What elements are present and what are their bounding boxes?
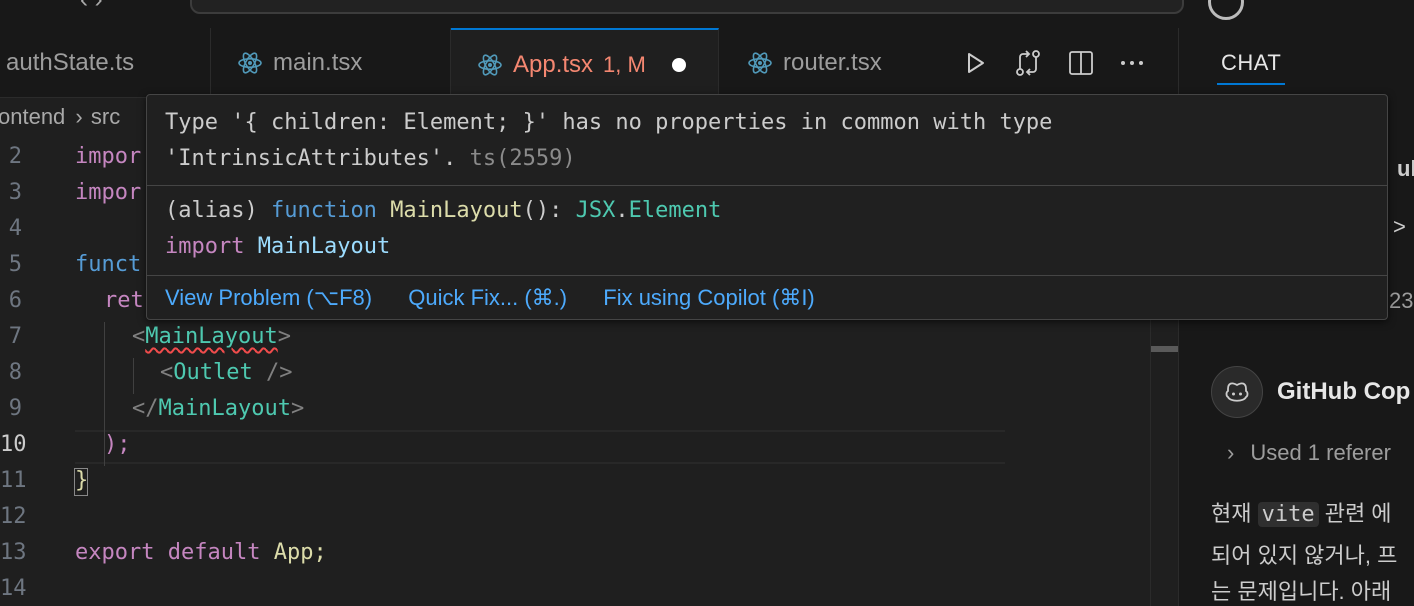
- line-number: 11: [0, 468, 27, 493]
- breadcrumb-item[interactable]: src: [91, 104, 120, 129]
- divider: [147, 185, 1387, 186]
- line-number: 2: [8, 144, 22, 169]
- chat-fragment: >: [1393, 214, 1406, 239]
- git-compare-icon: [1016, 50, 1040, 76]
- command-center-text: outsome: [654, 0, 738, 4]
- hover-error-message: Type '{ children: Element; }' has no pro…: [165, 110, 1053, 171]
- react-icon: [748, 52, 772, 74]
- tab-authstate[interactable]: authState.ts: [0, 28, 211, 98]
- hover-actions: View Problem (⌥F8) Quick Fix... (⌘.) Fix…: [165, 285, 845, 311]
- split-editor-button[interactable]: [1064, 46, 1098, 80]
- tab-problem-badge: 1, M: [603, 51, 646, 77]
- inline-code: vite: [1257, 502, 1319, 527]
- view-problem-link[interactable]: View Problem (⌥F8): [165, 285, 372, 310]
- breadcrumb: ontend › src: [0, 104, 120, 138]
- ellipsis-icon: [1121, 61, 1143, 65]
- current-line-highlight: [75, 430, 1005, 464]
- line-number: 8: [8, 360, 22, 385]
- copilot-icon: [1225, 382, 1249, 402]
- scrollbar-thumb[interactable]: [1151, 346, 1179, 352]
- fix-with-copilot-link[interactable]: Fix using Copilot (⌘I): [603, 285, 815, 310]
- active-tab-indicator: [1217, 83, 1285, 85]
- line-number: 4: [8, 216, 22, 241]
- tab-label: App.tsx: [513, 50, 594, 78]
- unsaved-dot-icon[interactable]: [671, 57, 686, 72]
- title-bar: ‹ › outsome: [0, 0, 1414, 29]
- code-line: impor: [75, 144, 142, 169]
- chat-tab[interactable]: CHAT: [1221, 50, 1281, 76]
- chat-message-line: 현재 vite 관련 에: [1211, 501, 1392, 527]
- tab-main[interactable]: main.tsx: [211, 28, 451, 98]
- tab-router[interactable]: router.tsx: [719, 28, 939, 98]
- code-line: impor: [75, 180, 142, 205]
- compare-changes-button[interactable]: [1011, 46, 1045, 80]
- tab-app-active[interactable]: App.tsx 1, M: [451, 28, 719, 99]
- chat-fragment: uk: [1397, 156, 1414, 181]
- code-line: </MainLayout>: [132, 396, 305, 421]
- line-number: 7: [8, 324, 22, 349]
- code-line: }: [75, 468, 89, 493]
- split-editor-icon: [1069, 51, 1093, 75]
- react-icon: [238, 52, 262, 74]
- chevron-right-icon: ›: [75, 104, 83, 129]
- line-number: 14: [0, 576, 27, 601]
- editor-tab-bar: authState.ts main.tsx App.tsx 1, M route…: [0, 28, 1178, 99]
- run-button[interactable]: [958, 46, 992, 80]
- more-actions-button[interactable]: [1115, 46, 1149, 80]
- hover-popup: Type '{ children: Element; }' has no pro…: [146, 94, 1388, 320]
- code-line: export default App;: [75, 540, 327, 565]
- error-code: ts(2559): [469, 146, 576, 171]
- tab-label: router.tsx: [783, 49, 882, 76]
- code-line: <MainLayout>: [132, 324, 291, 349]
- chat-message-line: 는 문제입니다. 아래: [1211, 579, 1392, 604]
- line-number: 13: [0, 540, 27, 565]
- error-squiggle: MainLayout: [145, 324, 278, 349]
- line-number: 6: [8, 288, 22, 313]
- chat-message-line: 되어 있지 않거나, 프: [1211, 543, 1398, 568]
- chat-fragment: 23: [1389, 288, 1414, 313]
- line-number: 9: [8, 396, 22, 421]
- code-line: ret: [104, 288, 144, 313]
- line-number: 5: [8, 252, 22, 277]
- hover-signature: (alias) function MainLayout(): JSX.Eleme…: [165, 198, 722, 259]
- breadcrumb-item[interactable]: ontend: [0, 104, 65, 129]
- tab-label: main.tsx: [273, 49, 363, 76]
- play-icon: [968, 53, 984, 73]
- nav-arrows[interactable]: ‹ ›: [80, 0, 103, 14]
- chevron-right-icon: ›: [1227, 440, 1235, 465]
- code-line: funct: [75, 252, 142, 277]
- line-number: 12: [0, 504, 27, 529]
- command-center[interactable]: outsome: [190, 0, 1184, 14]
- line-number: 3: [8, 180, 22, 205]
- line-number-current: 10: [0, 432, 27, 457]
- quick-fix-link[interactable]: Quick Fix... (⌘.): [408, 285, 567, 310]
- code-line: );: [104, 432, 131, 457]
- tab-label: authState.ts: [6, 49, 135, 76]
- code-line: <Outlet />: [160, 360, 293, 385]
- copilot-avatar: [1211, 366, 1263, 418]
- indent-guide: [133, 358, 134, 394]
- agent-name: GitHub Cop: [1277, 378, 1411, 405]
- react-icon: [478, 53, 502, 76]
- divider: [147, 275, 1387, 276]
- used-references-toggle[interactable]: › Used 1 referer: [1227, 440, 1391, 466]
- account-icon[interactable]: [1208, 0, 1244, 20]
